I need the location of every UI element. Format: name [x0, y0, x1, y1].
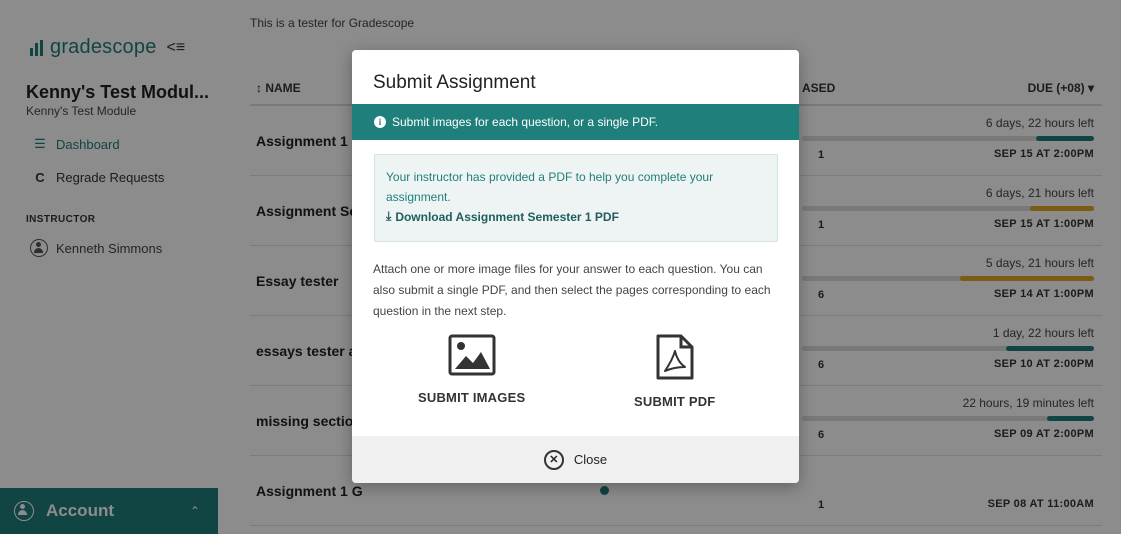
submit-images-label: SUBMIT IMAGES: [418, 390, 526, 405]
image-icon: [448, 334, 496, 376]
submit-assignment-modal: Submit Assignment i Submit images for ea…: [352, 50, 799, 483]
info-icon: i: [374, 116, 386, 128]
info-banner-text: Submit images for each question, or a si…: [392, 115, 659, 129]
instructor-pdf-notice: Your instructor has provided a PDF to he…: [374, 154, 778, 242]
close-circle-icon: ✕: [543, 449, 564, 470]
download-pdf-label: Download Assignment Semester 1 PDF: [395, 209, 619, 224]
pdf-notice-text: Your instructor has provided a PDF to he…: [386, 170, 714, 204]
submission-instructions: Attach one or more image files for your …: [373, 262, 771, 318]
download-pdf-link[interactable]: ⤓ Download Assignment Semester 1 PDF: [386, 209, 766, 224]
submit-images-button[interactable]: SUBMIT IMAGES: [418, 334, 525, 405]
modal-title: Submit Assignment: [373, 72, 536, 93]
submit-pdf-label: SUBMIT PDF: [634, 394, 716, 409]
modal-footer: ✕ Close: [352, 436, 799, 483]
pdf-file-icon: [656, 334, 694, 380]
close-label: Close: [573, 452, 608, 467]
close-button[interactable]: ✕ Close: [543, 449, 608, 470]
info-banner: i Submit images for each question, or a …: [352, 104, 799, 140]
submit-pdf-button[interactable]: SUBMIT PDF: [634, 334, 715, 409]
download-icon: ⤓: [386, 209, 392, 223]
